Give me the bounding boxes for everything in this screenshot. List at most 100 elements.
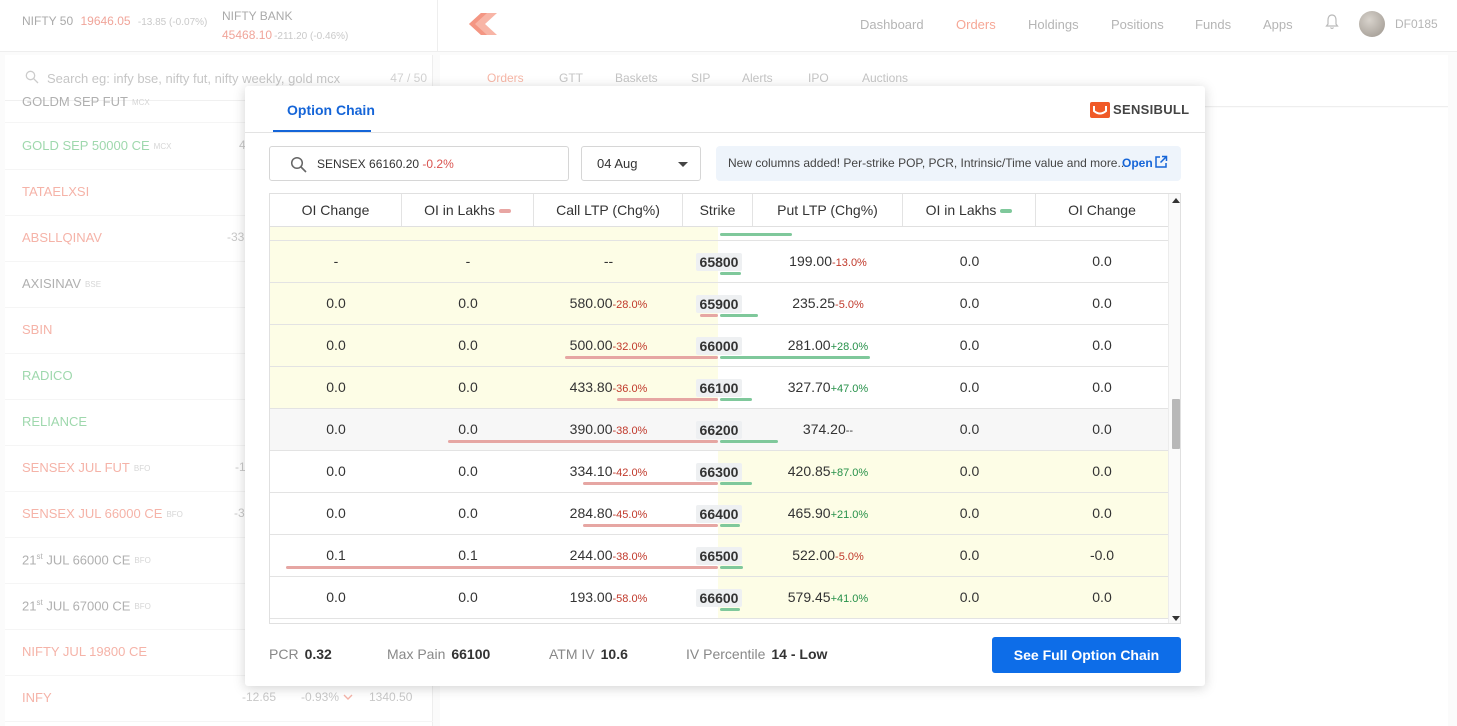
nav-positions[interactable]: Positions <box>1111 17 1164 32</box>
niftybank-ticker[interactable]: NIFTY BANK 45468.10 -211.20 (-0.46%) <box>222 7 348 46</box>
table-row[interactable]: - - -- 199.00-13.0% 0.0 0.0 65800 <box>270 241 1168 283</box>
modal-divider <box>245 132 1205 133</box>
table-row[interactable]: 0.0 0.0 334.10-42.0% 420.85+87.0% 0.0 0.0 6630… <box>270 451 1168 493</box>
col-call-oi-change: OI Change <box>270 194 402 226</box>
item-change: -3 <box>234 506 245 520</box>
item-exchange: MCX <box>131 98 150 108</box>
table-row[interactable]: 0.0 0.0 433.80-36.0% 327.70+47.0% 0.0 0.0 6610… <box>270 367 1168 409</box>
nifty50-name: NIFTY 50 <box>22 14 74 28</box>
table-row[interactable]: 0.0 0.0 193.00-58.0% 579.45+41.0% 0.0 0.0 6660… <box>270 577 1168 619</box>
put-oi-bar <box>720 608 740 611</box>
strike-price: 66000 <box>696 337 742 355</box>
see-full-option-chain-button[interactable]: See Full Option Chain <box>992 637 1181 673</box>
expiry-value: 04 Aug <box>597 156 638 171</box>
put-oi: 0.0 <box>959 253 980 269</box>
put-oi-change: 0.0 <box>1092 463 1112 479</box>
external-link-icon[interactable] <box>1154 155 1168 169</box>
item-name: RELIANCE <box>22 414 88 429</box>
scroll-down-icon[interactable] <box>1172 616 1180 621</box>
put-oi: 0.0 <box>959 589 980 605</box>
col-put-oi-change: OI Change <box>1036 194 1168 226</box>
call-oi: 0.0 <box>458 589 478 605</box>
col-call-oi-label: OI in Lakhs <box>424 202 495 218</box>
col-strike: Strike <box>683 194 753 226</box>
table-row[interactable]: 0.0 0.0 500.00-32.0% 281.00+28.0% 0.0 0.0 6600… <box>270 325 1168 367</box>
nav-dashboard[interactable]: Dashboard <box>860 17 924 32</box>
table-row[interactable]: 0.1 0.1 244.00-38.0% 522.00-5.0% 0.0 -0.0 6650… <box>270 535 1168 577</box>
symbol-search[interactable]: SENSEX 66160.20 -0.2% <box>269 146 569 181</box>
nifty50-change: -13.85 (-0.07%) <box>137 17 208 28</box>
tab-baskets[interactable]: Baskets <box>615 71 658 85</box>
put-oi: 0.0 <box>959 379 980 395</box>
nav-holdings[interactable]: Holdings <box>1028 17 1079 32</box>
tab-gtt[interactable]: GTT <box>559 71 583 85</box>
nav-apps[interactable]: Apps <box>1263 17 1293 32</box>
put-oi-change: 0.0 <box>1092 253 1112 269</box>
scroll-thumb[interactable] <box>1172 399 1180 449</box>
niftybank-value: 45468.10 <box>222 28 273 42</box>
call-oi-bar <box>583 482 718 485</box>
option-chain-modal: Option Chain SENSIBULL SENSEX 66160.20 -… <box>245 86 1205 686</box>
call-oi-change: 0.0 <box>326 463 346 479</box>
notice-open-link[interactable]: Open <box>1122 156 1153 170</box>
item-name: ABSLLQINAV <box>22 230 102 245</box>
put-ltp: 235.25-5.0% <box>792 295 864 311</box>
nav-funds[interactable]: Funds <box>1195 17 1231 32</box>
item-name: TATAELXSI <box>22 184 90 199</box>
avatar[interactable] <box>1359 11 1385 37</box>
put-oi: 0.0 <box>959 421 980 437</box>
item-name: NIFTY JUL 19800 CE <box>22 644 147 659</box>
tab-orders[interactable]: Orders <box>487 71 524 85</box>
put-oi-bar <box>720 524 740 527</box>
item-name: SENSEX JUL FUT <box>22 460 130 475</box>
strike-price: 66500 <box>696 547 742 565</box>
tab-option-chain[interactable]: Option Chain <box>287 102 375 118</box>
call-oi-bar <box>448 440 718 443</box>
atmiv-label: ATM IV <box>549 646 595 662</box>
put-ltp: 327.70+47.0% <box>787 379 869 395</box>
put-oi-legend-icon <box>1000 209 1013 214</box>
tab-auctions[interactable]: Auctions <box>862 71 908 85</box>
atmiv-stat: ATM IV 10.6 <box>549 646 628 662</box>
put-ltp: 199.00-13.0% <box>789 253 867 269</box>
call-oi: 0.0 <box>458 505 478 521</box>
call-ltp: 284.80-45.0% <box>569 505 648 521</box>
nifty50-ticker[interactable]: NIFTY 50 19646.05 -13.85 (-0.07%) <box>22 14 207 28</box>
chevron-down-icon[interactable] <box>343 694 353 701</box>
tab-sip[interactable]: SIP <box>691 71 710 85</box>
sensibull-logo-icon <box>1090 102 1110 118</box>
item-exchange: BSE <box>85 280 102 290</box>
expiry-select[interactable]: 04 Aug <box>581 146 701 181</box>
call-oi-change: 0.0 <box>326 421 346 437</box>
call-oi: 0.0 <box>458 337 478 353</box>
put-oi-change: 0.0 <box>1092 421 1112 437</box>
item-name: GOLDM SEP FUT <box>22 94 128 109</box>
put-oi-bar <box>720 440 778 443</box>
nav-orders[interactable]: Orders <box>956 17 996 32</box>
table-row[interactable]: 0.0 0.0 580.00-28.0% 235.25-5.0% 0.0 0.0 65900 <box>270 283 1168 325</box>
maxpain-label: Max Pain <box>387 646 446 662</box>
bell-icon[interactable] <box>1325 14 1339 30</box>
item-exchange: BFO <box>166 510 183 520</box>
put-oi-bar <box>720 272 741 275</box>
tab-alerts[interactable]: Alerts <box>742 71 773 85</box>
strike-price: 66200 <box>696 421 742 439</box>
put-oi: 0.0 <box>959 295 980 311</box>
kite-logo-icon[interactable] <box>467 13 499 35</box>
item-exchange: BFO <box>134 556 151 566</box>
call-oi-legend-icon <box>498 209 511 214</box>
notice-text: New columns added! Per-strike POP, PCR, … <box>728 156 1128 170</box>
item-exchange: BFO <box>133 464 151 474</box>
scroll-up-icon[interactable] <box>1172 198 1180 203</box>
item-name: SBIN <box>22 322 53 337</box>
nifty50-value: 19646.05 <box>80 14 131 28</box>
table-row[interactable]: 0.0 0.0 284.80-45.0% 465.90+21.0% 0.0 0.0 6640… <box>270 493 1168 535</box>
tab-ipo[interactable]: IPO <box>808 71 829 85</box>
table-row[interactable]: 0.0 0.0 390.00-38.0% 374.20-- 0.0 0.0 66200 <box>270 409 1168 451</box>
put-oi-bar <box>720 482 752 485</box>
put-oi-bar <box>720 233 792 236</box>
user-id[interactable]: DF0185 <box>1395 17 1438 31</box>
maxpain-stat: Max Pain 66100 <box>387 646 490 662</box>
strike-price: 66100 <box>696 379 742 397</box>
table-scrollbar[interactable] <box>1168 194 1180 623</box>
